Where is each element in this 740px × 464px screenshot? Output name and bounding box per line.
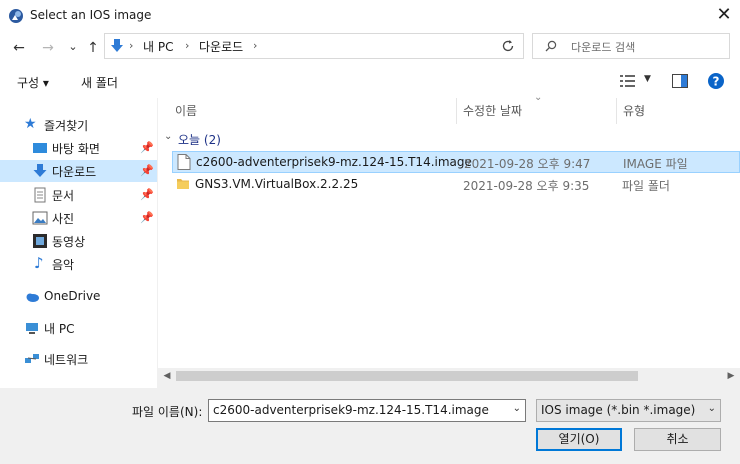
sidebar-label: 네트워크 [44, 353, 89, 367]
sidebar-label: 즐겨찾기 [44, 119, 89, 133]
recent-locations-button[interactable]: ⌄ [63, 37, 83, 57]
organize-button[interactable]: 구성 ▾ [17, 74, 49, 91]
pin-icon[interactable]: 📌 [140, 141, 154, 154]
forward-button[interactable]: → [38, 38, 58, 58]
window-title: Select an IOS image [30, 8, 152, 22]
scroll-left-icon[interactable]: ◀ [160, 369, 174, 383]
sidebar-label: 음악 [52, 258, 75, 272]
sidebar-item-videos[interactable]: 동영상 [0, 230, 157, 252]
sidebar-label: 다운로드 [52, 165, 97, 179]
computer-icon [26, 323, 38, 334]
search-placeholder: 다운로드 검색 [571, 41, 636, 54]
help-icon[interactable]: ? [708, 73, 724, 89]
document-icon [34, 187, 46, 203]
sidebar-item-onedrive[interactable]: OneDrive [0, 286, 157, 308]
scroll-right-icon[interactable]: ▶ [724, 369, 738, 383]
toolbar: 구성 ▾ 새 폴더 ▼ ? [0, 64, 740, 98]
download-icon [33, 164, 47, 177]
file-icon [177, 154, 191, 170]
desktop-icon [33, 143, 47, 153]
sidebar-label: 내 PC [44, 322, 75, 336]
sidebar-label: OneDrive [44, 289, 101, 303]
close-button[interactable]: ✕ [712, 4, 736, 28]
breadcrumb-separator[interactable]: › [185, 39, 189, 52]
folder-icon [177, 179, 189, 189]
music-icon: ♪ [34, 254, 44, 272]
cancel-button[interactable]: 취소 [634, 428, 721, 451]
sidebar-item-this-pc[interactable]: 내 PC [0, 317, 157, 339]
svg-text:?: ? [713, 75, 720, 89]
star-icon: ★ [24, 116, 37, 132]
back-button[interactable]: ← [9, 38, 29, 58]
sidebar-label: 바탕 화면 [52, 142, 100, 156]
new-folder-button[interactable]: 새 폴더 [81, 74, 118, 91]
file-name: GNS3.VM.VirtualBox.2.2.25 [195, 177, 359, 191]
file-type: 파일 폴더 [622, 179, 670, 193]
pin-icon[interactable]: 📌 [140, 211, 154, 224]
refresh-icon[interactable] [501, 39, 515, 53]
sidebar-label: 사진 [52, 212, 75, 226]
chevron-down-icon[interactable]: ⌄ [708, 403, 716, 414]
sidebar-item-downloads[interactable]: 다운로드 📌 [0, 160, 157, 182]
app-icon [9, 9, 23, 23]
filetype-value: IOS image (*.bin *.image) [541, 403, 696, 417]
file-name: c2600-adventerprisek9-mz.124-15.T14.imag… [196, 155, 472, 169]
horizontal-scrollbar[interactable]: ◀ ▶ [158, 368, 740, 384]
sidebar-item-pictures[interactable]: 사진 📌 [0, 207, 157, 229]
view-dropdown-icon[interactable]: ▼ [644, 74, 651, 84]
group-collapse-icon[interactable]: ⌄ [164, 131, 172, 142]
search-box[interactable]: 다운로드 검색 [532, 33, 730, 59]
open-button[interactable]: 열기(O) [536, 428, 622, 451]
filename-combobox[interactable]: c2600-adventerprisek9-mz.124-15.T14.imag… [208, 399, 526, 422]
sidebar-label: 문서 [52, 189, 75, 203]
address-bar[interactable]: › 내 PC › 다운로드 › ⌄ [104, 33, 596, 59]
column-header-type[interactable]: 유형 [623, 102, 645, 119]
breadcrumb-separator[interactable]: › [129, 39, 133, 52]
sidebar-item-quick-access[interactable]: ★ 즐겨찾기 [0, 114, 157, 136]
view-options-icon[interactable] [620, 75, 636, 87]
sidebar-label: 동영상 [52, 235, 86, 249]
navigation-bar: ← → ⌄ ↑ › 내 PC › 다운로드 › ⌄ 다운로드 검색 [0, 32, 740, 64]
sidebar-item-network[interactable]: 네트워크 [0, 348, 157, 370]
file-modified: 2021-09-28 오후 9:35 [463, 179, 590, 193]
breadcrumb-this-pc[interactable]: 내 PC [143, 38, 173, 55]
network-icon [25, 354, 39, 363]
file-list: 이름 수정한 날짜 ⌄ 유형 ⌄ 오늘 (2) c2600-adventerpr… [158, 92, 740, 368]
filename-label: 파일 이름(N): [132, 405, 203, 419]
cloud-icon [26, 293, 39, 302]
scrollbar-thumb[interactable] [176, 371, 638, 381]
search-icon [545, 40, 557, 52]
download-arrow-icon [111, 39, 123, 52]
preview-pane-icon[interactable] [672, 74, 688, 88]
chevron-down-icon[interactable]: ⌄ [513, 403, 521, 414]
file-modified: 2021-09-28 오후 9:47 [464, 157, 591, 171]
sidebar-item-music[interactable]: ♪ 음악 [0, 253, 157, 275]
breadcrumb-downloads[interactable]: 다운로드 [199, 38, 243, 55]
pin-icon[interactable]: 📌 [140, 164, 154, 177]
filetype-select[interactable]: IOS image (*.bin *.image) ⌄ [536, 399, 721, 422]
column-divider[interactable] [456, 98, 457, 124]
up-button[interactable]: ↑ [83, 38, 103, 58]
file-row[interactable]: GNS3.VM.VirtualBox.2.2.25 2021-09-28 오후 … [172, 174, 740, 196]
breadcrumb-separator[interactable]: › [253, 39, 257, 52]
sort-indicator-icon: ⌄ [534, 92, 543, 103]
filename-value[interactable]: c2600-adventerprisek9-mz.124-15.T14.imag… [213, 403, 489, 417]
pin-icon[interactable]: 📌 [140, 188, 154, 201]
navigation-pane: ★ 즐겨찾기 바탕 화면 📌 다운로드 📌 문서 📌 사진 📌 동영상 ♪ 음악… [0, 98, 157, 388]
column-header-modified[interactable]: 수정한 날짜 [463, 102, 522, 119]
group-header[interactable]: 오늘 (2) [178, 131, 221, 148]
sidebar-item-documents[interactable]: 문서 📌 [0, 184, 157, 206]
title-bar: Select an IOS image ✕ [0, 0, 740, 32]
column-divider[interactable] [616, 98, 617, 124]
file-row[interactable]: c2600-adventerprisek9-mz.124-15.T14.imag… [172, 151, 740, 173]
picture-icon [32, 211, 48, 225]
sidebar-item-desktop[interactable]: 바탕 화면 📌 [0, 137, 157, 159]
video-icon [33, 234, 47, 248]
file-type: IMAGE 파일 [623, 157, 688, 171]
column-header-name[interactable]: 이름 [175, 102, 197, 119]
